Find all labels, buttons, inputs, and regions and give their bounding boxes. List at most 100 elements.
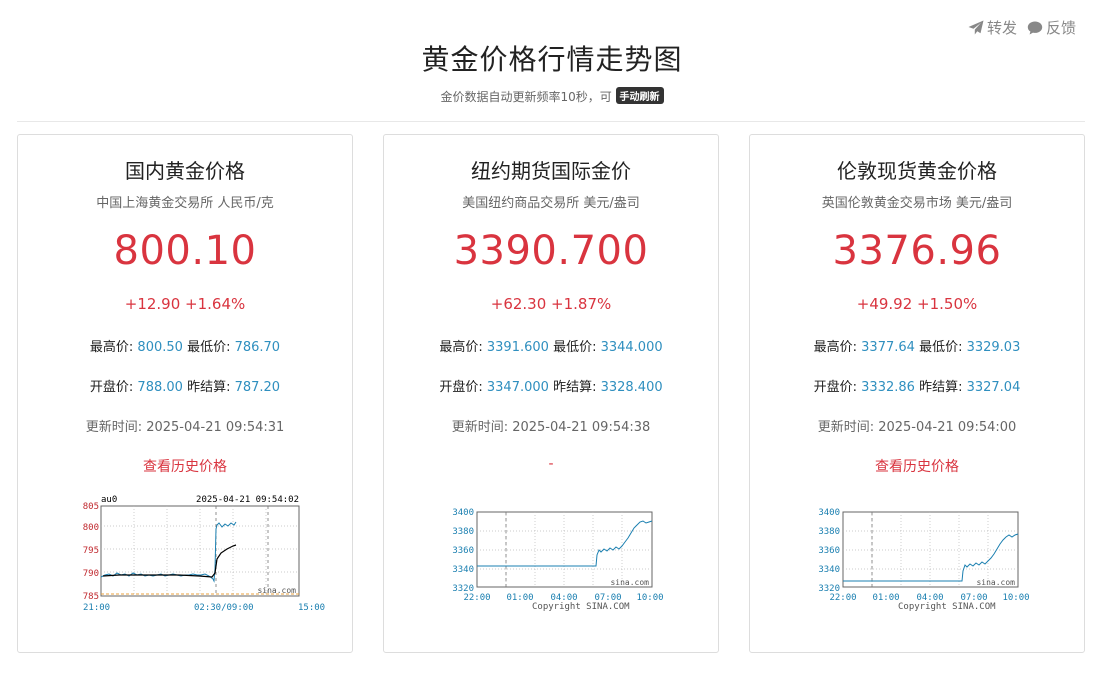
x-tick: 01:00	[506, 593, 533, 603]
prev-value: 3327.04	[966, 380, 1021, 395]
card-title: 国内黄金价格	[125, 159, 245, 183]
current-price: 3376.96	[832, 228, 1002, 274]
update-time-row: 更新时间: 2025-04-21 09:54:31	[18, 416, 352, 435]
history-price-link[interactable]: 查看历史价格	[750, 456, 1084, 476]
low-value: 786.70	[234, 340, 281, 355]
update-time-row: 更新时间: 2025-04-21 09:54:00	[750, 416, 1084, 435]
feedback-label: 反馈	[1045, 19, 1076, 37]
paper-plane-icon	[968, 20, 984, 34]
low-value: 3329.03	[966, 340, 1021, 355]
page-subtitle: 金价数据自动更新频率10秒，可 手动刷新	[0, 87, 1104, 105]
history-price-link[interactable]: 查看历史价格	[18, 456, 352, 476]
y-axis-labels: 805 800 795 790 785	[83, 502, 99, 602]
update-label: 更新时间:	[451, 420, 509, 435]
top-actions: 转发 反馈	[968, 17, 1076, 38]
open-value: 788.00	[137, 380, 183, 395]
y-tick: 3380	[818, 527, 840, 537]
y-tick: 805	[83, 502, 99, 512]
card-domestic-gold: 国内黄金价格 中国上海黄金交易所 人民币/克 800.10 +12.90 +1.…	[17, 134, 353, 653]
card-title: 伦敦现货黄金价格	[837, 159, 997, 183]
chart-timestamp: 2025-04-21 09:54:02	[196, 495, 299, 505]
y-tick: 3360	[452, 546, 474, 556]
card-ny-futures-gold: 纽约期货国际金价 美国纽约商品交易所 美元/盎司 3390.700 +62.30…	[383, 134, 719, 653]
price-change: +62.30 +1.87%	[490, 295, 612, 313]
chart-symbol: au0	[101, 495, 117, 505]
update-label: 更新时间:	[85, 420, 143, 435]
prev-label: 昨结算:	[553, 380, 597, 395]
chart-plot-area	[476, 511, 653, 588]
feedback-button[interactable]: 反馈	[1027, 17, 1076, 38]
low-label: 最低价:	[919, 340, 963, 355]
history-price-link[interactable]: -	[384, 456, 718, 472]
current-price: 3390.700	[453, 228, 649, 274]
low-label: 最低价:	[187, 340, 231, 355]
chart-watermark: sina.com	[976, 578, 1015, 587]
open-prev-row: 开盘价: 3347.000 昨结算: 3328.400	[384, 376, 718, 395]
y-axis-labels: 3400 3380 3360 3340 3320	[452, 508, 474, 594]
open-value: 3347.000	[486, 380, 549, 395]
y-tick: 3340	[452, 565, 474, 575]
open-label: 开盘价:	[439, 380, 483, 395]
open-label: 开盘价:	[89, 380, 134, 395]
y-tick: 800	[83, 523, 99, 533]
share-label: 转发	[986, 19, 1017, 37]
update-label: 更新时间:	[817, 420, 875, 435]
manual-refresh-button[interactable]: 手动刷新	[615, 87, 664, 104]
card-london-spot-gold: 伦敦现货黄金价格 英国伦敦黄金交易市场 美元/盎司 3376.96 +49.92…	[749, 134, 1085, 653]
update-time: 2025-04-21 09:54:00	[878, 420, 1017, 435]
high-label: 最高价:	[439, 340, 483, 355]
high-low-row: 最高价: 3377.64 最低价: 3329.03	[750, 336, 1084, 355]
update-time: 2025-04-21 09:54:38	[512, 420, 651, 435]
x-tick: 02:30/09:00	[194, 603, 254, 613]
chart-watermark: sina.com	[610, 578, 649, 587]
y-axis-labels: 3400 3380 3360 3340 3320	[818, 508, 840, 594]
low-label: 最低价:	[553, 340, 597, 355]
x-tick: 10:00	[1002, 593, 1029, 603]
open-label: 开盘价:	[813, 380, 858, 395]
y-tick: 3340	[818, 565, 840, 575]
update-time: 2025-04-21 09:54:31	[146, 420, 285, 435]
card-source: 英国伦敦黄金交易市场 美元/盎司	[821, 196, 1013, 211]
x-tick: 10:00	[636, 593, 663, 603]
card-source: 中国上海黄金交易所 人民币/克	[96, 196, 274, 211]
x-tick: 15:00	[298, 603, 325, 613]
chart-watermark: sina.com	[257, 586, 296, 595]
prev-label: 昨结算:	[919, 380, 963, 395]
high-label: 最高价:	[89, 340, 134, 355]
high-label: 最高价:	[813, 340, 858, 355]
price-change: +12.90 +1.64%	[124, 295, 246, 313]
y-tick: 3400	[452, 508, 474, 518]
comment-icon	[1027, 21, 1043, 34]
x-tick: 21:00	[83, 603, 110, 613]
page-title: 黄金价格行情走势图	[421, 43, 683, 76]
open-value: 3332.86	[861, 380, 915, 395]
card-source: 美国纽约商品交易所 美元/盎司	[462, 196, 640, 211]
open-prev-row: 开盘价: 3332.86 昨结算: 3327.04	[750, 376, 1084, 395]
y-tick: 785	[83, 592, 99, 602]
high-value: 800.50	[137, 340, 183, 355]
current-price: 800.10	[113, 228, 257, 274]
prev-value: 787.20	[234, 380, 281, 395]
update-time-row: 更新时间: 2025-04-21 09:54:38	[384, 416, 718, 435]
high-value: 3391.600	[486, 340, 549, 355]
y-tick: 790	[83, 569, 99, 579]
x-tick: 22:00	[829, 593, 856, 603]
chart-plot-area	[842, 511, 1019, 588]
sge-intraday-chart: au0 2025-04-21 09:54:02 sina.com 805 800…	[83, 495, 325, 613]
y-tick: 3400	[818, 508, 840, 518]
prev-value: 3328.400	[600, 380, 663, 395]
x-tick: 22:00	[463, 593, 490, 603]
x-tick: 01:00	[872, 593, 899, 603]
comex-intraday-chart: sina.com 3400 3380 3360 3340 3320 22:00 …	[452, 508, 663, 612]
x-axis-labels: 21:00 02:30/09:00 15:00	[83, 603, 325, 613]
y-tick: 3360	[818, 546, 840, 556]
y-tick: 3380	[452, 527, 474, 537]
high-low-row: 最高价: 3391.600 最低价: 3344.000	[384, 336, 718, 355]
price-change: +49.92 +1.50%	[856, 295, 978, 313]
high-value: 3377.64	[861, 340, 915, 355]
share-button[interactable]: 转发	[968, 17, 1017, 38]
y-tick: 795	[83, 546, 99, 556]
open-prev-row: 开盘价: 788.00 昨结算: 787.20	[18, 376, 352, 395]
card-title: 纽约期货国际金价	[471, 159, 631, 183]
subtitle-text: 金价数据自动更新频率10秒，可	[440, 90, 612, 104]
